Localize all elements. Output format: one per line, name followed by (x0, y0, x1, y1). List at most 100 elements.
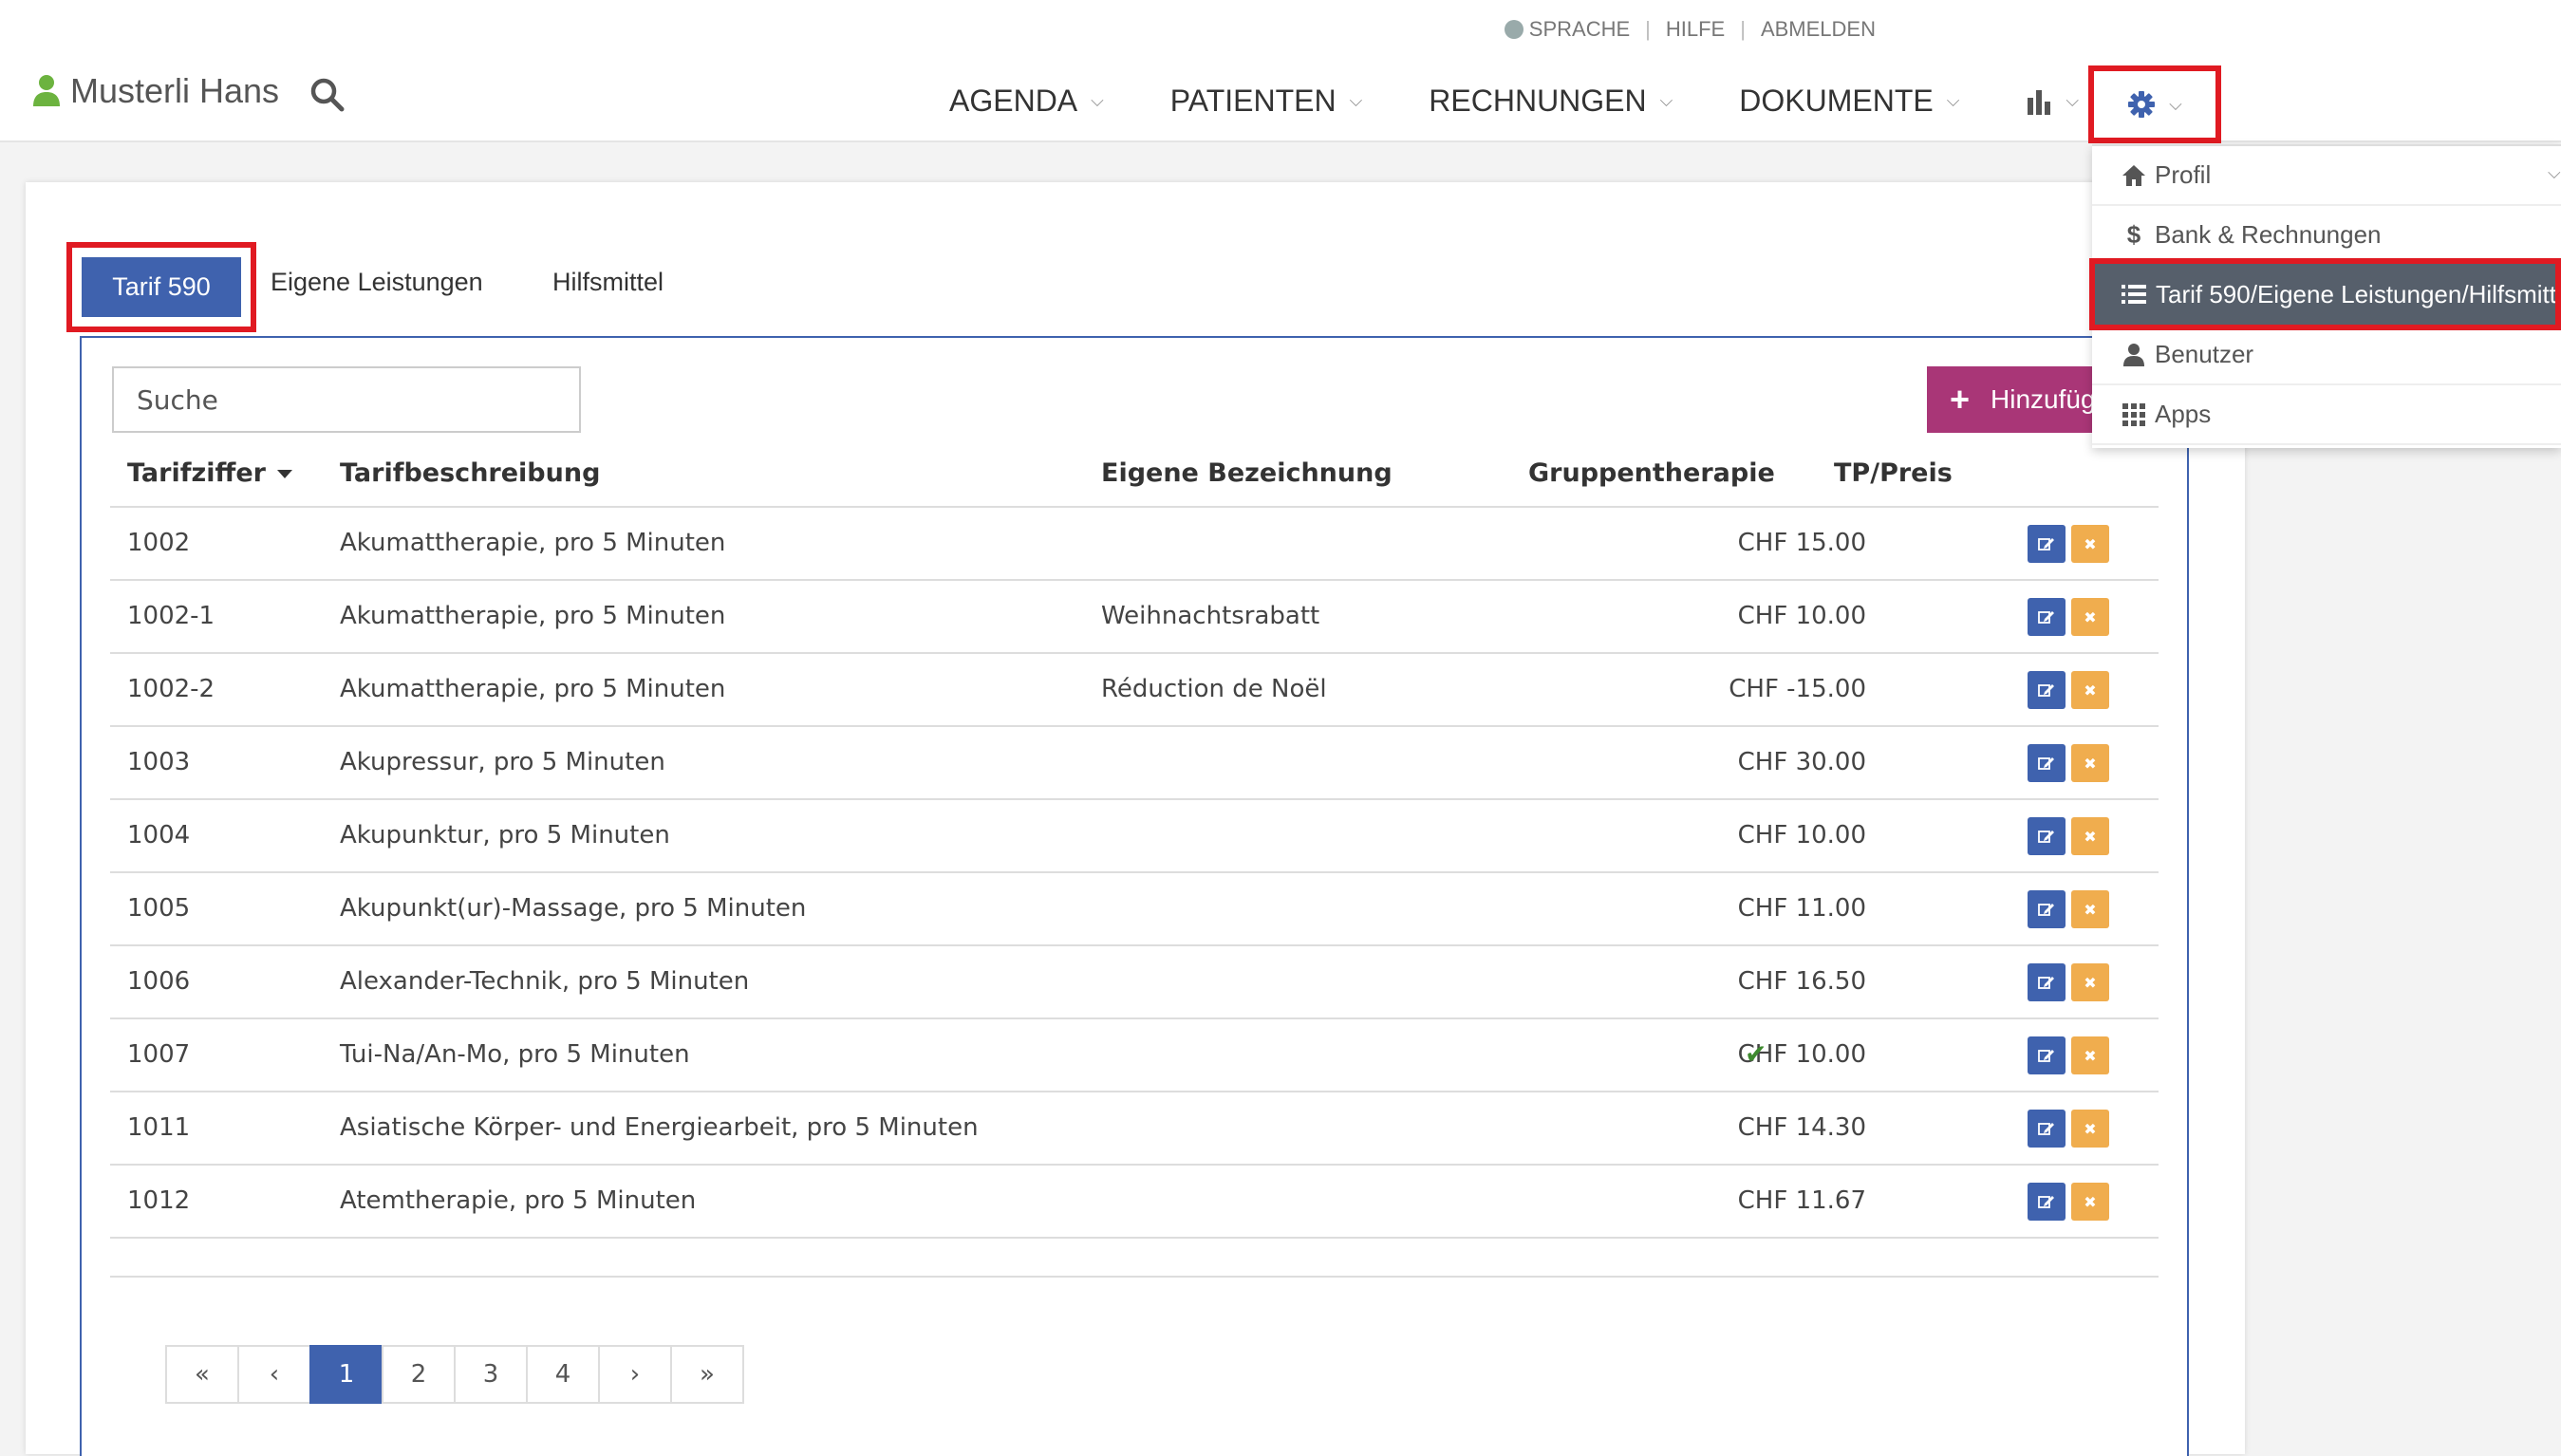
close-icon: ✖ (2084, 1119, 2097, 1138)
edit-icon (2038, 977, 2054, 989)
edit-button[interactable] (2028, 1110, 2066, 1148)
table-bottom-divider (110, 1276, 2159, 1278)
nav-statistics[interactable]: ⌵ (2026, 88, 2079, 115)
menu-item-apps[interactable]: Apps (2092, 385, 2561, 445)
nav-documents[interactable]: DOKUMENTE ⌵ (1739, 84, 1959, 119)
delete-button[interactable]: ✖ (2071, 817, 2109, 855)
table-body: 1002 Akumattherapie, pro 5 Minuten CHF 15.… (110, 508, 2159, 1239)
header-description[interactable]: Tarifbeschreibung (340, 458, 600, 488)
header-own-name[interactable]: Eigene Bezeichnung (1101, 458, 1393, 488)
table-row: 1004 Akupunktur, pro 5 Minuten CHF 10.00 ✖ (110, 800, 2159, 873)
page-first[interactable]: « (165, 1345, 239, 1404)
menu-item-users[interactable]: Benutzer (2092, 326, 2561, 385)
header-price[interactable]: TP/Preis (1834, 458, 1953, 488)
edit-icon (2038, 831, 2054, 843)
menu-item-label: Profil (2155, 160, 2212, 189)
cell-description: Atemtherapie, pro 5 Minuten (340, 1186, 697, 1215)
chevron-down-icon: ⌵ (2548, 163, 2561, 182)
edit-button[interactable] (2028, 525, 2066, 563)
top-header: SPRACHE | HILFE | ABMELDEN Musterli Hans… (0, 0, 2561, 143)
edit-button[interactable] (2028, 963, 2066, 1001)
cell-price: CHF 11.67 (1737, 1186, 1866, 1215)
cell-price: CHF 16.50 (1737, 967, 1866, 996)
menu-item-bank[interactable]: $ Bank & Rechnungen (2092, 206, 2561, 266)
search-input[interactable] (112, 366, 581, 433)
header-code[interactable]: Tarifziffer (127, 458, 292, 488)
gear-icon (2128, 91, 2156, 118)
edit-button[interactable] (2028, 1036, 2066, 1074)
plus-icon: + (1950, 380, 1971, 419)
page-2[interactable]: 2 (382, 1345, 456, 1404)
edit-icon (2038, 538, 2054, 551)
chevron-down-icon: ⌵ (1946, 91, 1960, 110)
tab-tarif-590[interactable]: Tarif 590 (66, 242, 256, 332)
edit-button[interactable] (2028, 744, 2066, 782)
delete-button[interactable]: ✖ (2071, 1183, 2109, 1221)
nav-agenda[interactable]: AGENDA ⌵ (949, 84, 1104, 119)
menu-item-label: Apps (2155, 400, 2212, 428)
edit-button[interactable] (2028, 1183, 2066, 1221)
delete-button[interactable]: ✖ (2071, 890, 2109, 928)
user-menu[interactable]: Musterli Hans (32, 71, 279, 111)
grid-icon (2121, 402, 2147, 426)
edit-button[interactable] (2028, 890, 2066, 928)
tab-own-services[interactable]: Eigene Leistungen (271, 268, 483, 297)
edit-button[interactable] (2028, 817, 2066, 855)
nav-agenda-label: AGENDA (949, 84, 1078, 118)
user-icon (33, 75, 60, 106)
search-icon[interactable] (308, 76, 346, 114)
cell-code: 1012 (127, 1186, 191, 1215)
nav-patients[interactable]: PATIENTEN ⌵ (1170, 84, 1362, 119)
table-row: 1002-1 Akumattherapie, pro 5 Minuten Weihn… (110, 581, 2159, 654)
help-link[interactable]: HILFE (1666, 17, 1725, 42)
cell-code: 1003 (127, 748, 191, 776)
delete-button[interactable]: ✖ (2071, 671, 2109, 709)
edit-button[interactable] (2028, 598, 2066, 636)
table-row: 1011 Asiatische Körper- und Energiearbeit… (110, 1092, 2159, 1166)
edit-button[interactable] (2028, 671, 2066, 709)
main-nav: AGENDA ⌵ PATIENTEN ⌵ RECHNUNGEN ⌵ DOKUME… (949, 84, 2122, 119)
cell-own-name: Réduction de Noël (1101, 675, 1327, 703)
menu-item-tarif-services[interactable]: Tarif 590/Eigene Leistungen/Hilfsmittel (2089, 258, 2561, 330)
edit-icon (2038, 1050, 2054, 1062)
tab-aids[interactable]: Hilfsmittel (552, 268, 664, 297)
page-prev[interactable]: ‹ (237, 1345, 311, 1404)
cell-price: CHF 15.00 (1737, 529, 1866, 557)
cell-code: 1002-1 (127, 602, 215, 630)
logout-link[interactable]: ABMELDEN (1761, 17, 1876, 42)
delete-button[interactable]: ✖ (2071, 1036, 2109, 1074)
page-last[interactable]: » (670, 1345, 744, 1404)
menu-item-profile[interactable]: Profil (2092, 146, 2561, 206)
cell-code: 1002 (127, 529, 191, 557)
cell-description: Tui-Na/An-Mo, pro 5 Minuten (340, 1040, 690, 1069)
page-1[interactable]: 1 (309, 1345, 383, 1404)
page-next[interactable]: › (598, 1345, 672, 1404)
cell-price: CHF 10.00 (1737, 1040, 1866, 1069)
table-row: 1007 Tui-Na/An-Mo, pro 5 Minuten CHF 10.00… (110, 1019, 2159, 1092)
menu-item-label: Benutzer (2155, 340, 2254, 368)
delete-button[interactable]: ✖ (2071, 598, 2109, 636)
dollar-icon: $ (2126, 220, 2141, 249)
cell-code: 1006 (127, 967, 191, 996)
pagination: « ‹ 1 2 3 4 › » (165, 1345, 744, 1404)
header-group-therapy[interactable]: Gruppentherapie (1528, 458, 1775, 488)
cell-code: 1011 (127, 1113, 191, 1142)
delete-button[interactable]: ✖ (2071, 525, 2109, 563)
cell-own-name: Weihnachtsrabatt (1101, 602, 1320, 630)
table-header: Tarifziffer Tarifbeschreibung Eigene Bez… (110, 446, 2159, 508)
edit-icon (2038, 684, 2054, 697)
language-link[interactable]: SPRACHE (1529, 17, 1630, 42)
header-code-label: Tarifziffer (127, 458, 266, 488)
cell-description: Alexander-Technik, pro 5 Minuten (340, 967, 750, 996)
nav-invoices[interactable]: RECHNUNGEN ⌵ (1429, 84, 1673, 119)
check-icon: ✔ (1745, 1038, 1767, 1070)
page-4[interactable]: 4 (526, 1345, 600, 1404)
add-button[interactable]: + Hinzufügen (1927, 366, 2117, 433)
delete-button[interactable]: ✖ (2071, 1110, 2109, 1148)
page-3[interactable]: 3 (454, 1345, 528, 1404)
table-row: 1002 Akumattherapie, pro 5 Minuten CHF 15.… (110, 508, 2159, 581)
nav-settings[interactable]: ⌵ (2088, 65, 2221, 143)
delete-button[interactable]: ✖ (2071, 963, 2109, 1001)
delete-button[interactable]: ✖ (2071, 744, 2109, 782)
user-icon (2121, 343, 2147, 367)
